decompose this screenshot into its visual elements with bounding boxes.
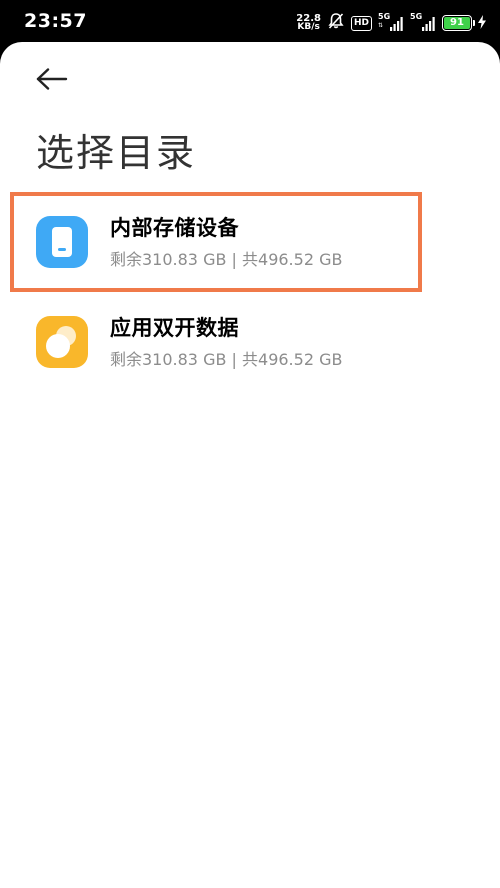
directory-picker-sheet: 选择目录 内部存储设备 剩余310.83 GB | 共496.52 GB 应用双… <box>0 42 500 888</box>
status-time: 23:57 <box>24 10 87 32</box>
sim2-signal: 5G <box>410 12 436 33</box>
dual-apps-icon <box>36 316 88 368</box>
sim2-signal-bars-icon <box>422 17 435 31</box>
battery-icon: 91 <box>442 15 475 31</box>
storage-item-internal[interactable]: 内部存储设备 剩余310.83 GB | 共496.52 GB <box>0 192 500 288</box>
storage-item-capacity: 剩余310.83 GB | 共496.52 GB <box>110 350 343 369</box>
battery-nub <box>473 20 475 26</box>
network-speed-unit: KB/s <box>297 22 320 32</box>
sim1-signal-bars-icon <box>390 17 403 31</box>
battery-level: 91 <box>444 17 470 29</box>
sim1-network-label: 5G <box>378 12 391 21</box>
network-speed: 22.8 KB/s <box>296 14 321 32</box>
phone-storage-icon <box>36 216 88 268</box>
storage-item-title: 应用双开数据 <box>110 316 239 340</box>
storage-item-dual-apps[interactable]: 应用双开数据 剩余310.83 GB | 共496.52 GB <box>0 292 500 388</box>
back-button[interactable] <box>32 64 72 94</box>
storage-item-capacity: 剩余310.83 GB | 共496.52 GB <box>110 250 343 269</box>
storage-item-title: 内部存储设备 <box>110 216 239 240</box>
page-title: 选择目录 <box>36 131 197 175</box>
status-bar: 23:57 22.8 KB/s HD 5G ⇅ 5G 91 <box>0 0 500 44</box>
sim2-network-label: 5G <box>410 12 423 21</box>
hd-voice-badge: HD <box>350 15 372 31</box>
status-icons: 22.8 KB/s HD 5G ⇅ 5G 91 <box>296 12 486 34</box>
screen: 23:57 22.8 KB/s HD 5G ⇅ 5G 91 选择目录 内部存储设… <box>0 0 500 888</box>
charging-bolt-icon <box>478 14 486 33</box>
sim1-data-arrows-icon: ⇅ <box>378 22 384 29</box>
bell-muted-icon <box>327 12 345 34</box>
back-arrow-icon <box>36 68 68 90</box>
sim1-signal: 5G ⇅ <box>378 12 404 33</box>
